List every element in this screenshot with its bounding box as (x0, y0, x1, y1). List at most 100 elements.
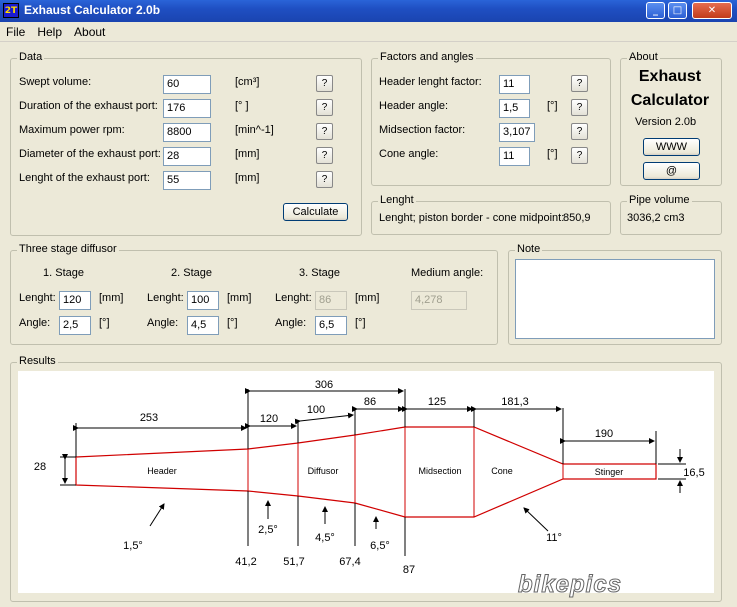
dim-86: 86 (364, 396, 376, 408)
section-stinger-label: Stinger (595, 467, 624, 477)
stage2-length-input[interactable]: 100 (187, 291, 219, 310)
stage3-angle-label: Angle: (275, 317, 307, 329)
exhaust-duration-unit: [° ] (235, 100, 249, 112)
swept-volume-help-button[interactable]: ? (316, 75, 333, 92)
stage2-angle-unit: [°] (227, 317, 238, 329)
dim-100: 100 (307, 404, 325, 416)
window-title: Exhaust Calculator 2.0b (24, 3, 161, 17)
note-group-legend: Note (515, 243, 543, 255)
max-rpm-input[interactable]: 8800 (163, 123, 211, 142)
cone-angle-unit: [°] (547, 148, 558, 160)
angle-stage1: 2,5° (258, 524, 278, 536)
stage1-length-input[interactable]: 120 (59, 291, 91, 310)
exhaust-duration-label: Duration of the exhaust port: (19, 100, 158, 112)
maximize-button[interactable]: □ (668, 2, 687, 19)
lenght-group-legend: Lenght (378, 194, 416, 206)
midsection-factor-help-button[interactable]: ? (571, 123, 588, 140)
stage1-title: 1. Stage (43, 267, 84, 279)
max-rpm-unit: [min^-1] (235, 124, 274, 136)
header-angle-label: Header angle: (379, 100, 449, 112)
pipe-volume-value: 3036,2 cm3 (627, 212, 685, 224)
www-button[interactable]: WWW (643, 138, 700, 156)
dim-120: 120 (260, 413, 278, 425)
app-icon: 2T (3, 3, 19, 18)
port-length-input[interactable]: 55 (163, 171, 211, 190)
max-rpm-help-button[interactable]: ? (316, 123, 333, 140)
port-diameter-help-button[interactable]: ? (316, 147, 333, 164)
dim-outlet-diameter: 16,5 (683, 467, 704, 479)
cone-angle-label: Cone angle: (379, 148, 439, 160)
max-rpm-label: Maximum power rpm: (19, 124, 125, 136)
swept-volume-label: Swept volume: (19, 76, 92, 88)
stage3-angle-input[interactable]: 6,5 (315, 316, 347, 335)
cone-angle-help-button[interactable]: ? (571, 147, 588, 164)
medium-angle-label: Medium angle: (411, 267, 484, 279)
data-group-legend: Data (17, 51, 45, 63)
midsection-factor-input[interactable]: 3,107 (499, 123, 535, 142)
bikepics-watermark: bikepics (517, 571, 623, 599)
header-length-factor-input[interactable]: 11 (499, 75, 530, 94)
results-group-legend: Results (17, 355, 58, 367)
menu-file[interactable]: File (0, 22, 31, 42)
stage1-length-unit: [mm] (99, 292, 124, 304)
stage1-length-label: Lenght: (19, 292, 56, 304)
diameter-51-7: 51,7 (283, 556, 304, 568)
stage3-length-label: Lenght: (275, 292, 312, 304)
stage2-length-label: Lenght: (147, 292, 184, 304)
angle-stage2: 4,5° (315, 532, 335, 544)
section-header-label: Header (147, 466, 177, 476)
angle-stage3: 6,5° (370, 540, 390, 552)
angle-header: 1,5° (123, 540, 143, 552)
total-length-value: 850,9 (563, 212, 591, 224)
menu-about[interactable]: About (68, 22, 111, 42)
menu-help[interactable]: Help (31, 22, 68, 42)
note-textarea[interactable] (515, 259, 715, 339)
total-length-label: Lenght; piston border - cone midpoint: (379, 212, 565, 224)
header-length-factor-help-button[interactable]: ? (571, 75, 588, 92)
pipe-volume-legend: Pipe volume (627, 194, 692, 206)
header-angle-unit: [°] (547, 100, 558, 112)
title-bar[interactable]: 2T Exhaust Calculator 2.0b _ □ ✕ (0, 0, 737, 22)
port-diameter-label: Diameter of the exhaust port: (19, 148, 161, 160)
angle-cone: 11° (546, 532, 562, 544)
diameter-67-4: 67,4 (339, 556, 360, 568)
menu-bar: File Help About (0, 22, 737, 42)
stage2-title: 2. Stage (171, 267, 212, 279)
header-angle-help-button[interactable]: ? (571, 99, 588, 116)
medium-angle-value: 4,278 (411, 291, 467, 310)
swept-volume-input[interactable]: 60 (163, 75, 211, 94)
exhaust-duration-help-button[interactable]: ? (316, 99, 333, 116)
swept-volume-unit: [cm³] (235, 76, 260, 88)
port-length-unit: [mm] (235, 172, 260, 184)
about-group-legend: About (627, 51, 660, 63)
minimize-button[interactable]: _ (646, 2, 665, 19)
stage1-angle-input[interactable]: 2,5 (59, 316, 91, 335)
about-title-line2: Calculator (630, 92, 710, 109)
midsection-factor-label: Midsection factor: (379, 124, 466, 136)
about-version: Version 2.0b (635, 116, 697, 128)
port-diameter-unit: [mm] (235, 148, 260, 160)
dim-306: 306 (315, 379, 333, 391)
factors-group-legend: Factors and angles (378, 51, 476, 63)
header-length-factor-label: Header lenght factor: (379, 76, 482, 88)
diameter-87: 87 (403, 564, 415, 576)
email-button[interactable]: @ (643, 162, 700, 180)
stage3-angle-unit: [°] (355, 317, 366, 329)
dim-190: 190 (595, 428, 613, 440)
stage2-angle-input[interactable]: 4,5 (187, 316, 219, 335)
stage3-title: 3. Stage (299, 267, 340, 279)
calculate-button[interactable]: Calculate (283, 203, 348, 221)
close-button[interactable]: ✕ (692, 2, 732, 19)
cone-angle-input[interactable]: 11 (499, 147, 530, 166)
exhaust-diagram: Header Diffusor Midsection Cone Stinger (18, 371, 714, 593)
dim-125: 125 (428, 396, 446, 408)
stage3-length-unit: [mm] (355, 292, 380, 304)
port-diameter-input[interactable]: 28 (163, 147, 211, 166)
exhaust-duration-input[interactable]: 176 (163, 99, 211, 118)
header-angle-input[interactable]: 1,5 (499, 99, 530, 118)
port-length-help-button[interactable]: ? (316, 171, 333, 188)
stage1-angle-unit: [°] (99, 317, 110, 329)
section-diffusor-label: Diffusor (308, 466, 339, 476)
dim-inlet-diameter: 28 (34, 461, 46, 473)
stage3-length-input: 86 (315, 291, 347, 310)
